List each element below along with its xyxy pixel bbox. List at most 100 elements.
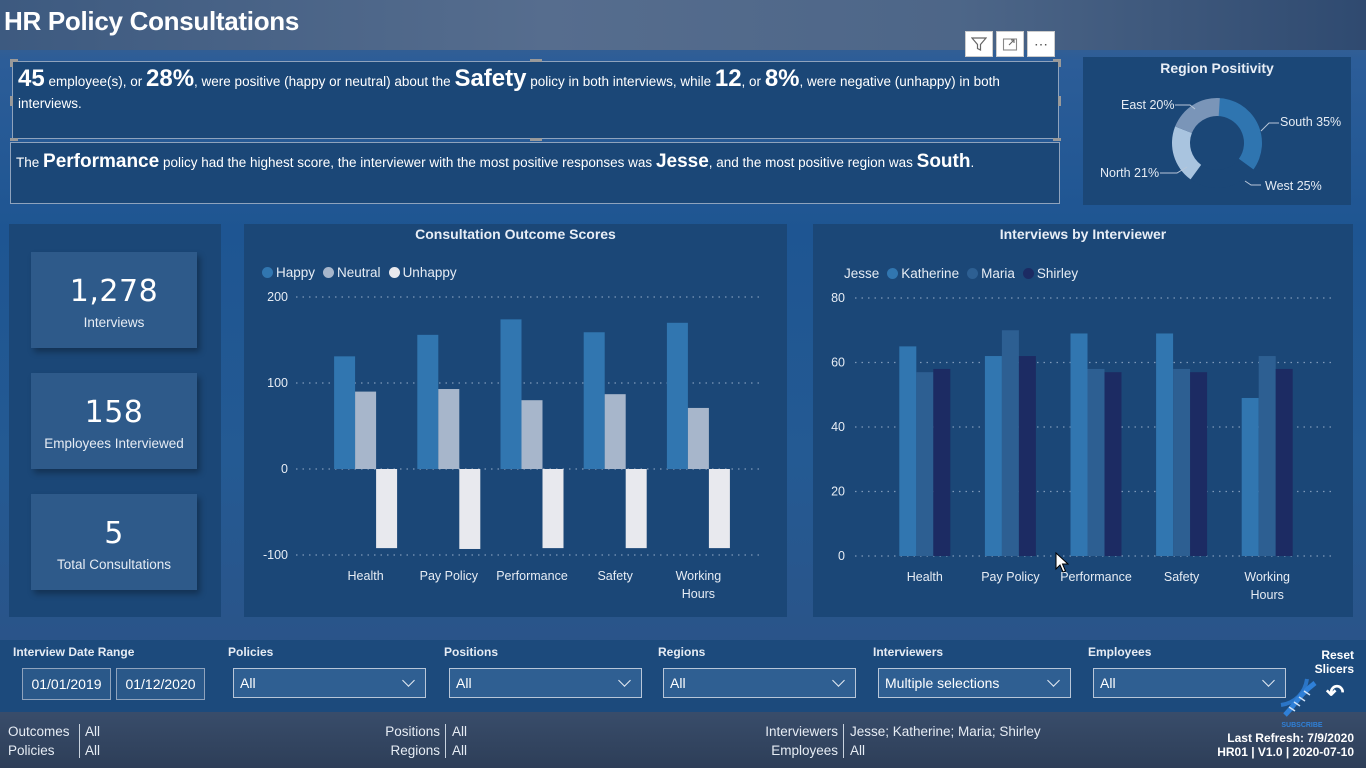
resize-handle[interactable] bbox=[10, 96, 13, 106]
bar-katherine[interactable] bbox=[984, 356, 1002, 556]
consultation-outcome-chart[interactable]: Consultation Outcome Scores Happy Neutra… bbox=[244, 224, 787, 617]
region-positivity-chart[interactable]: Region Positivity East 20% South 35% Nor… bbox=[1083, 57, 1351, 205]
bar-neutral[interactable] bbox=[438, 389, 460, 469]
kpi-label: Total Consultations bbox=[56, 557, 172, 572]
positions-dropdown[interactable]: All bbox=[449, 668, 642, 698]
bar-shirley[interactable] bbox=[1190, 372, 1208, 556]
bar-unhappy[interactable] bbox=[708, 469, 730, 549]
resize-handle[interactable] bbox=[530, 138, 542, 141]
regions-dropdown[interactable]: All bbox=[663, 668, 856, 698]
date-end-input[interactable]: 01/12/2020 bbox=[116, 668, 205, 700]
bar-unhappy[interactable] bbox=[376, 469, 398, 549]
filter-summary-labels: Interviewers Employees bbox=[758, 722, 838, 760]
reset-slicers-button[interactable]: Reset Slicers bbox=[1308, 648, 1354, 676]
policies-dropdown[interactable]: All bbox=[233, 668, 426, 698]
slicer-label: Regions bbox=[658, 645, 706, 659]
more-options-button[interactable]: ⋯ bbox=[1027, 31, 1055, 57]
date-start-input[interactable]: 01/01/2019 bbox=[22, 668, 111, 700]
resize-handle[interactable] bbox=[1053, 138, 1061, 141]
dropdown-value: Multiple selections bbox=[885, 675, 1000, 691]
negative-count: 12 bbox=[714, 65, 742, 92]
leader-line bbox=[1260, 122, 1279, 132]
resize-handle[interactable] bbox=[1058, 59, 1061, 67]
bar-happy[interactable] bbox=[500, 319, 522, 469]
donut-label-north: North 21% bbox=[1100, 166, 1160, 180]
narrative-safety-card[interactable]: 45 employee(s), or 28%, were positive (h… bbox=[10, 59, 1061, 141]
top-policy: Performance bbox=[43, 151, 160, 172]
summary-label-policies: Policies bbox=[8, 743, 55, 758]
bar-shirley[interactable] bbox=[1018, 356, 1036, 556]
narrative-summary-card: The Performance policy had the highest s… bbox=[10, 142, 1060, 204]
positive-count: 45 bbox=[18, 65, 45, 92]
subscribe-watermark[interactable]: SUBSCRIBE bbox=[1277, 675, 1327, 729]
chevron-down-icon bbox=[832, 674, 845, 687]
divider bbox=[79, 724, 80, 758]
filter-button[interactable] bbox=[965, 31, 993, 57]
y-tick-label: 0 bbox=[281, 462, 288, 476]
bar-katherine[interactable] bbox=[899, 346, 917, 556]
version-text: HR01 | V1.0 | 2020-07-10 bbox=[1217, 745, 1354, 759]
bar-unhappy[interactable] bbox=[542, 469, 564, 549]
x-tick-label: Safety bbox=[597, 569, 633, 583]
more-options-icon: ⋯ bbox=[1034, 35, 1048, 52]
bar-unhappy[interactable] bbox=[459, 469, 481, 549]
divider bbox=[843, 724, 844, 758]
bar-katherine[interactable] bbox=[1241, 397, 1259, 556]
leader-line bbox=[1244, 180, 1261, 186]
kpi-value: 5 bbox=[104, 516, 124, 551]
chart-plot-area: 80 60 40 20 0 Health Pay Policy Performance Safe… bbox=[831, 291, 1333, 602]
narrative-text: employee(s), or bbox=[44, 74, 146, 89]
bar-katherine[interactable] bbox=[1070, 333, 1088, 556]
last-refresh-info: Last Refresh: 7/9/2020 HR01 | V1.0 | 202… bbox=[1217, 731, 1354, 759]
focus-mode-icon bbox=[1002, 38, 1018, 51]
bar-neutral[interactable] bbox=[521, 400, 543, 469]
resize-handle[interactable] bbox=[530, 59, 542, 62]
dropdown-value: All bbox=[456, 675, 472, 691]
focus-mode-button[interactable] bbox=[996, 31, 1024, 57]
summary-label-interviewers: Interviewers bbox=[765, 724, 838, 739]
bar-maria[interactable] bbox=[1001, 330, 1019, 556]
bar-unhappy[interactable] bbox=[625, 469, 647, 549]
donut-slice-east[interactable] bbox=[1175, 98, 1220, 134]
bar-neutral[interactable] bbox=[604, 394, 626, 469]
x-tick-label: Hours bbox=[682, 587, 715, 601]
bar-happy[interactable] bbox=[334, 356, 356, 469]
undo-icon[interactable]: ↶ bbox=[1326, 680, 1344, 706]
resize-handle[interactable] bbox=[10, 59, 13, 67]
slicer-label: Policies bbox=[228, 645, 274, 659]
filter-summary-labels: Positions Regions bbox=[382, 722, 440, 760]
bar-maria[interactable] bbox=[1087, 368, 1105, 556]
bar-shirley[interactable] bbox=[1104, 372, 1122, 556]
donut-label-south: South 35% bbox=[1280, 115, 1342, 129]
bar-maria[interactable] bbox=[1173, 368, 1191, 556]
x-tick-label: Performance bbox=[496, 569, 568, 583]
interviews-by-interviewer-chart[interactable]: Interviews by Interviewer Jesse Katherin… bbox=[813, 224, 1353, 617]
interviewers-dropdown[interactable]: Multiple selections bbox=[878, 668, 1071, 698]
kpi-card-employees[interactable]: 158 Employees Interviewed bbox=[31, 373, 197, 469]
bar-katherine[interactable] bbox=[1156, 333, 1174, 556]
y-tick-label: 40 bbox=[831, 420, 845, 434]
bar-happy[interactable] bbox=[666, 322, 688, 469]
bar-neutral[interactable] bbox=[687, 407, 709, 469]
bar-neutral[interactable] bbox=[355, 391, 377, 469]
summary-value-employees: All bbox=[850, 743, 866, 758]
kpi-card-consultations[interactable]: 5 Total Consultations bbox=[31, 494, 197, 590]
donut-slice-west[interactable] bbox=[1190, 158, 1254, 188]
kpi-card-interviews[interactable]: 1,278 Interviews bbox=[31, 252, 197, 348]
bar-happy[interactable] bbox=[417, 334, 439, 469]
donut-slice-south[interactable] bbox=[1217, 98, 1262, 170]
summary-value-outcomes: All bbox=[85, 724, 101, 739]
bar-happy[interactable] bbox=[583, 332, 605, 469]
bar-shirley[interactable] bbox=[1275, 368, 1293, 556]
x-tick-label: Working bbox=[676, 569, 722, 583]
resize-handle[interactable] bbox=[10, 138, 18, 141]
bar-maria[interactable] bbox=[1258, 356, 1276, 556]
resize-handle[interactable] bbox=[1058, 96, 1061, 106]
chevron-down-icon bbox=[1262, 674, 1275, 687]
visual-header: ⋯ bbox=[965, 31, 1055, 57]
bar-maria[interactable] bbox=[916, 372, 934, 556]
x-tick-label: Safety bbox=[1164, 570, 1200, 584]
bar-shirley[interactable] bbox=[933, 368, 951, 556]
kpi-panel: 1,278 Interviews 158 Employees Interview… bbox=[9, 224, 221, 617]
employees-dropdown[interactable]: All bbox=[1093, 668, 1286, 698]
